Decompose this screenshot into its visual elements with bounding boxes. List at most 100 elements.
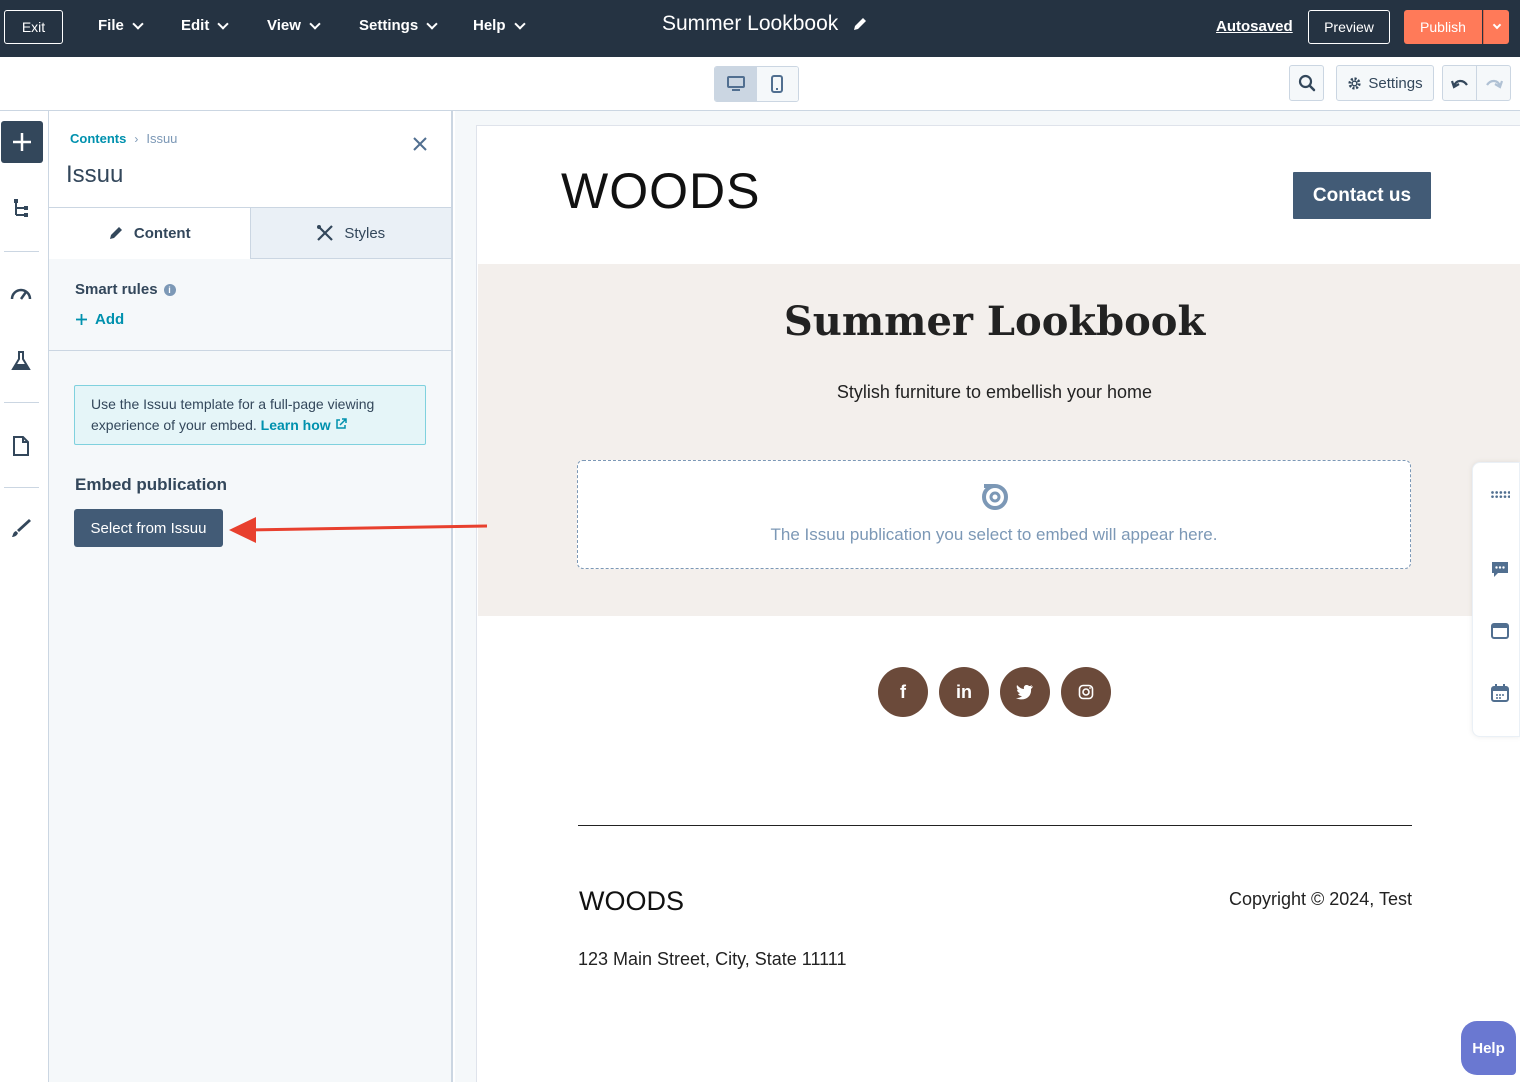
menu-help-label: Help: [473, 17, 506, 34]
menu-settings-label: Settings: [359, 17, 419, 34]
rail-pages-button[interactable]: [9, 434, 33, 458]
menu-settings[interactable]: Settings: [359, 17, 438, 34]
smart-rules-label: Smart rules i: [75, 281, 176, 298]
contact-us-button[interactable]: Contact us: [1293, 172, 1431, 219]
publish-options-button[interactable]: [1483, 10, 1509, 44]
instagram-icon[interactable]: [1061, 667, 1111, 717]
chevron-down-icon: [309, 17, 321, 30]
browser-window-icon[interactable]: [1490, 621, 1510, 641]
linkedin-glyph: in: [956, 681, 972, 702]
info-icon[interactable]: i: [163, 283, 176, 296]
flask-icon: [11, 351, 31, 370]
undo-icon: [1450, 79, 1468, 89]
menu-help[interactable]: Help: [473, 17, 526, 34]
menu-edit-label: Edit: [181, 17, 210, 34]
facebook-icon[interactable]: f: [878, 667, 928, 717]
menu-view[interactable]: View: [267, 17, 321, 34]
breadcrumb: Contents › Issuu: [70, 131, 177, 146]
desktop-icon: [726, 76, 745, 91]
copyright-text[interactable]: Copyright © 2024, Test: [1157, 889, 1412, 910]
smart-rules-section: Smart rules i Add: [49, 259, 451, 351]
module-panel: Contents › Issuu Issuu Content Styles Sm…: [49, 111, 453, 1082]
preview-button[interactable]: Preview: [1308, 10, 1390, 44]
embed-publication-label: Embed publication: [75, 475, 228, 494]
rail-divider: [4, 487, 39, 488]
learn-how-link[interactable]: Learn how: [261, 417, 347, 433]
tab-styles[interactable]: Styles: [249, 207, 451, 259]
page-preview: WOODS Contact us Summer Lookbook Stylish…: [476, 125, 1520, 1082]
tab-styles-label: Styles: [344, 224, 386, 242]
learn-how-label: Learn how: [260, 417, 331, 433]
close-icon[interactable]: [411, 135, 429, 153]
hero-subtitle[interactable]: Stylish furniture to embellish your home: [478, 382, 1511, 403]
settings-button[interactable]: Settings: [1336, 65, 1434, 101]
add-smart-rule-label: Add: [95, 311, 125, 328]
panel-title: Issuu: [66, 161, 124, 188]
linkedin-icon[interactable]: in: [939, 667, 989, 717]
brush-icon: [12, 519, 31, 537]
document-title-text: Summer Lookbook: [662, 12, 839, 35]
menu-file[interactable]: File: [98, 17, 144, 34]
chevron-down-icon: [1492, 20, 1501, 30]
add-module-button[interactable]: [1, 121, 43, 163]
device-view-toggle: [714, 66, 799, 102]
chevron-down-icon: [513, 17, 526, 30]
panel-tabs: Content Styles: [49, 207, 451, 259]
redo-button[interactable]: [1476, 65, 1511, 101]
rail-design-button[interactable]: [9, 516, 33, 540]
mobile-view-button[interactable]: [756, 67, 798, 101]
add-smart-rule-button[interactable]: Add: [75, 311, 124, 328]
breadcrumb-separator: ›: [134, 131, 139, 146]
rail-optimize-button[interactable]: [9, 281, 33, 305]
footer-divider: [578, 825, 1412, 826]
comment-icon[interactable]: [1490, 559, 1510, 579]
document-icon: [13, 436, 29, 456]
gear-icon: [1348, 76, 1361, 90]
grid-dots-icon[interactable]: [1490, 485, 1510, 505]
menu-edit[interactable]: Edit: [181, 17, 230, 34]
breadcrumb-current: Issuu: [146, 131, 178, 146]
rail-tree-button[interactable]: [9, 196, 33, 220]
plus-icon: [13, 133, 31, 151]
right-dock: [1472, 462, 1520, 737]
tree-structure-icon: [14, 199, 28, 217]
mobile-icon: [771, 75, 784, 93]
chevron-down-icon: [132, 17, 144, 30]
editor-toolbar: Settings: [0, 57, 1520, 111]
smart-rules-text: Smart rules: [75, 281, 158, 298]
header-logo[interactable]: WOODS: [561, 162, 760, 220]
exit-button[interactable]: Exit: [4, 10, 63, 44]
redo-icon: [1485, 79, 1503, 89]
embed-placeholder-text: The Issuu publication you select to embe…: [770, 525, 1218, 544]
twitter-icon[interactable]: [1000, 667, 1050, 717]
undo-button[interactable]: [1442, 65, 1477, 101]
instagram-camera-icon: [1078, 684, 1094, 700]
plus-icon: [76, 314, 87, 325]
select-from-issuu-button[interactable]: Select from Issuu: [74, 509, 223, 547]
menu-view-label: View: [267, 17, 301, 34]
issuu-logo-icon: [982, 484, 1008, 510]
hero-section[interactable]: Summer Lookbook Stylish furniture to emb…: [478, 264, 1520, 616]
tab-content[interactable]: Content: [49, 207, 250, 259]
gauge-icon: [10, 288, 32, 300]
hero-title[interactable]: Summer Lookbook: [478, 298, 1511, 345]
help-button[interactable]: Help: [1461, 1021, 1516, 1075]
issuu-embed-placeholder[interactable]: The Issuu publication you select to embe…: [577, 460, 1411, 569]
rail-divider: [4, 251, 39, 252]
twitter-bird-icon: [1016, 685, 1033, 700]
search-icon: [1298, 74, 1315, 92]
issuu-template-info: Use the Issuu template for a full-page v…: [74, 385, 426, 445]
panel-header: Contents › Issuu Issuu: [49, 111, 451, 207]
external-link-icon: [335, 418, 347, 429]
rail-test-button[interactable]: [9, 349, 33, 373]
calendar-icon[interactable]: [1490, 683, 1510, 703]
pencil-icon[interactable]: [852, 16, 868, 32]
document-title[interactable]: Summer Lookbook: [662, 12, 868, 36]
footer-logo[interactable]: WOODS: [579, 886, 684, 917]
publish-button[interactable]: Publish: [1404, 10, 1482, 44]
desktop-view-button[interactable]: [715, 67, 757, 101]
autosaved-link[interactable]: Autosaved: [1216, 18, 1293, 35]
search-button[interactable]: [1289, 65, 1324, 101]
address-text[interactable]: 123 Main Street, City, State 11111: [578, 949, 846, 970]
breadcrumb-contents-link[interactable]: Contents: [70, 131, 126, 146]
